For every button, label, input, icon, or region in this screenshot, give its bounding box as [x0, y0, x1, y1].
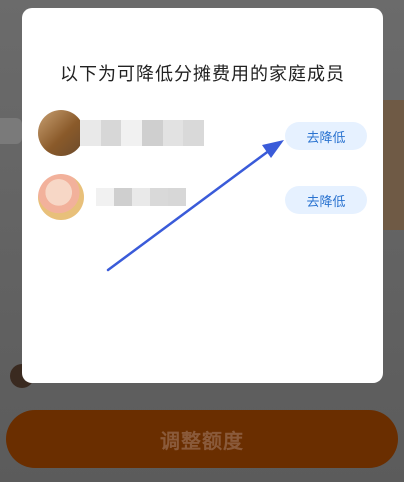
modal-title: 以下为可降低分摊费用的家庭成员 — [60, 64, 345, 85]
background-card-edge — [0, 118, 22, 144]
avatar — [38, 174, 84, 220]
background-card-edge — [382, 100, 404, 230]
avatar — [38, 110, 84, 156]
reduce-button[interactable]: 去降低 — [285, 122, 367, 150]
member-row: 去降低 — [22, 174, 383, 230]
reduce-button[interactable]: 去降低 — [285, 186, 367, 214]
member-name-redacted — [96, 188, 186, 206]
member-name-redacted — [80, 120, 205, 146]
adjust-quota-button[interactable]: 调整额度 — [6, 410, 398, 468]
family-members-modal: 以下为可降低分摊费用的家庭成员 去降低 去降低 — [22, 8, 383, 383]
member-row: 去降低 — [22, 110, 383, 166]
